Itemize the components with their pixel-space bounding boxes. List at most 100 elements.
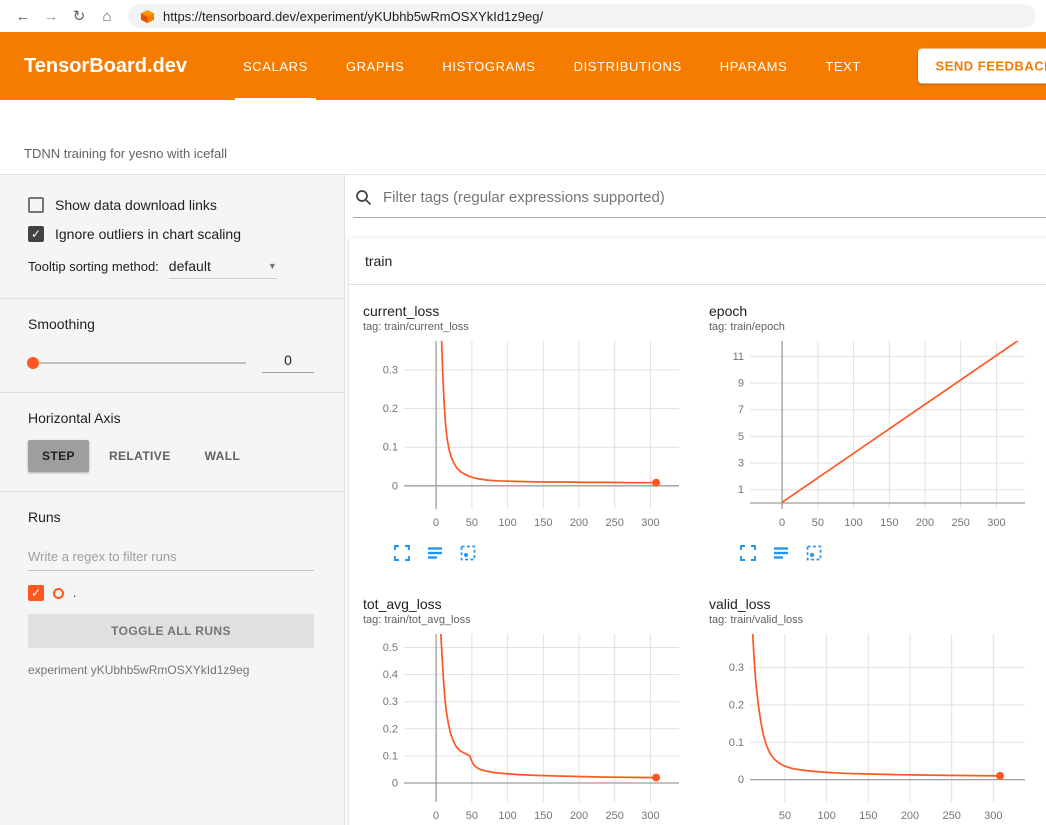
svg-text:50: 50 [812, 517, 824, 529]
tooltip-sorting-label: Tooltip sorting method: [28, 259, 159, 274]
setting-show-data-download-links[interactable]: Show data download links [28, 197, 314, 213]
svg-text:0.2: 0.2 [729, 699, 744, 711]
tab-histograms[interactable]: HISTOGRAMS [428, 32, 549, 100]
slider-knob[interactable] [27, 357, 39, 369]
svg-text:200: 200 [901, 810, 919, 822]
chart-title: current_loss [363, 303, 699, 319]
expand-chart-icon[interactable] [739, 544, 757, 562]
checkbox-icon[interactable]: ✓ [28, 226, 44, 242]
svg-text:200: 200 [570, 517, 588, 529]
app-logo[interactable]: TensorBoard.dev [24, 32, 187, 100]
setting-ignore-outliers-in-chart-scaling[interactable]: ✓ Ignore outliers in chart scaling [28, 226, 314, 242]
svg-text:300: 300 [641, 810, 659, 822]
svg-text:150: 150 [859, 810, 877, 822]
horizontal-axis-label: Horizontal Axis [28, 410, 314, 426]
divider [0, 491, 344, 492]
svg-text:0.4: 0.4 [383, 669, 398, 681]
svg-text:0.2: 0.2 [383, 403, 398, 415]
nav-tabs: SCALARSGRAPHSHISTOGRAMSDISTRIBUTIONSHPAR… [229, 32, 885, 100]
reload-icon[interactable]: ↻ [66, 3, 92, 29]
chart-title: valid_loss [709, 596, 1045, 612]
axis-option-step[interactable]: STEP [28, 440, 89, 472]
tab-graphs[interactable]: GRAPHS [332, 32, 419, 100]
content: Show data download links ✓ Ignore outliers… [0, 175, 1046, 825]
svg-text:11: 11 [733, 351, 744, 363]
svg-text:0: 0 [392, 480, 398, 492]
smoothing-slider-row: 0 [28, 352, 314, 373]
divider [0, 298, 344, 299]
tab-hparams[interactable]: HPARAMS [706, 32, 802, 100]
svg-text:0.2: 0.2 [383, 723, 398, 735]
fit-domain-icon[interactable] [459, 544, 477, 562]
svg-text:0.3: 0.3 [383, 365, 398, 377]
checkbox-icon[interactable] [28, 197, 44, 213]
svg-text:0: 0 [738, 774, 744, 786]
chart-epoch: epochtag: train/epoch0501001502002503001… [705, 289, 1045, 570]
chart-tag: tag: train/current_loss [363, 321, 699, 333]
search-icon [355, 189, 372, 206]
runs-label: Runs [28, 509, 314, 525]
experiment-header: TDNN training for yesno with icefall [0, 100, 1046, 175]
runs-filter-input[interactable] [28, 543, 314, 571]
checkbox-label: Ignore outliers in chart scaling [55, 226, 241, 242]
divider [0, 392, 344, 393]
back-icon[interactable]: ← [10, 3, 36, 29]
tab-text[interactable]: TEXT [811, 32, 875, 100]
svg-text:5: 5 [738, 431, 744, 443]
tab-distributions[interactable]: DISTRIBUTIONS [560, 32, 696, 100]
svg-text:0.1: 0.1 [729, 737, 744, 749]
svg-text:0: 0 [392, 778, 398, 790]
chart-tag: tag: train/tot_avg_loss [363, 614, 699, 626]
chart-plot[interactable]: 05010015020025030000.10.20.3 [359, 337, 689, 537]
axis-toggle-group: STEPRELATIVEWALL [28, 440, 314, 472]
page: ← → ↻ ⌂ https://tensorboard.dev/experime… [0, 0, 1046, 825]
settings-sidebar: Show data download links ✓ Ignore outliers… [0, 175, 345, 825]
checkbox-label: Show data download links [55, 197, 217, 213]
send-feedback-button[interactable]: SEND FEEDBACK [918, 49, 1046, 84]
address-bar[interactable]: https://tensorboard.dev/experiment/yKUbh… [128, 4, 1036, 28]
chart-plot[interactable]: 5010015020025030000.10.20.3 [705, 630, 1035, 825]
run-checkbox[interactable]: ✓ [28, 585, 44, 601]
data-lines-icon[interactable] [772, 544, 790, 562]
data-lines-icon[interactable] [426, 544, 444, 562]
axis-option-wall[interactable]: WALL [191, 440, 255, 472]
home-icon[interactable]: ⌂ [94, 3, 120, 29]
chart-tot_avg_loss: tot_avg_losstag: train/tot_avg_loss05010… [359, 582, 699, 825]
svg-text:250: 250 [606, 810, 624, 822]
svg-text:0: 0 [779, 517, 785, 529]
scalars-dashboard: train current_loss tag: train/current_los… [345, 175, 1046, 825]
tooltip-sorting-value: default [169, 258, 211, 274]
tag-filter-input[interactable] [381, 188, 1046, 207]
tab-scalars[interactable]: SCALARS [229, 32, 322, 100]
smoothing-value-input[interactable]: 0 [262, 352, 314, 373]
svg-text:150: 150 [534, 810, 552, 822]
svg-text:100: 100 [498, 517, 516, 529]
svg-text:0: 0 [433, 517, 439, 529]
train-section-card: train current_loss tag: train/current_los… [349, 238, 1046, 825]
charts-grid: current_losstag: train/current_loss05010… [349, 285, 1046, 825]
train-section-header[interactable]: train [349, 238, 1046, 285]
expand-chart-icon[interactable] [393, 544, 411, 562]
chart-plot[interactable]: 05010015020025030000.10.20.30.40.5 [359, 630, 689, 825]
svg-text:50: 50 [779, 810, 791, 822]
chart-valid_loss: valid_losstag: train/valid_loss501001502… [705, 582, 1045, 825]
chart-tag: tag: train/epoch [709, 321, 1045, 333]
smoothing-slider[interactable] [28, 362, 246, 364]
chart-toolbar [705, 542, 1045, 570]
svg-text:100: 100 [844, 517, 862, 529]
svg-text:0.1: 0.1 [383, 750, 398, 762]
forward-icon[interactable]: → [38, 3, 64, 29]
run-name: . [73, 586, 76, 600]
svg-text:300: 300 [984, 810, 1002, 822]
run-item[interactable]: ✓ . [28, 585, 314, 601]
chart-title: tot_avg_loss [363, 596, 699, 612]
svg-text:300: 300 [987, 517, 1005, 529]
toggle-all-runs-button[interactable]: TOGGLE ALL RUNS [28, 614, 314, 648]
svg-text:250: 250 [943, 810, 961, 822]
fit-domain-icon[interactable] [805, 544, 823, 562]
axis-option-relative[interactable]: RELATIVE [95, 440, 185, 472]
svg-text:150: 150 [880, 517, 898, 529]
tag-filter[interactable] [353, 175, 1046, 218]
tooltip-sorting-select[interactable]: default ▼ [169, 258, 277, 279]
chart-plot[interactable]: 0501001502002503001357911 [705, 337, 1035, 537]
